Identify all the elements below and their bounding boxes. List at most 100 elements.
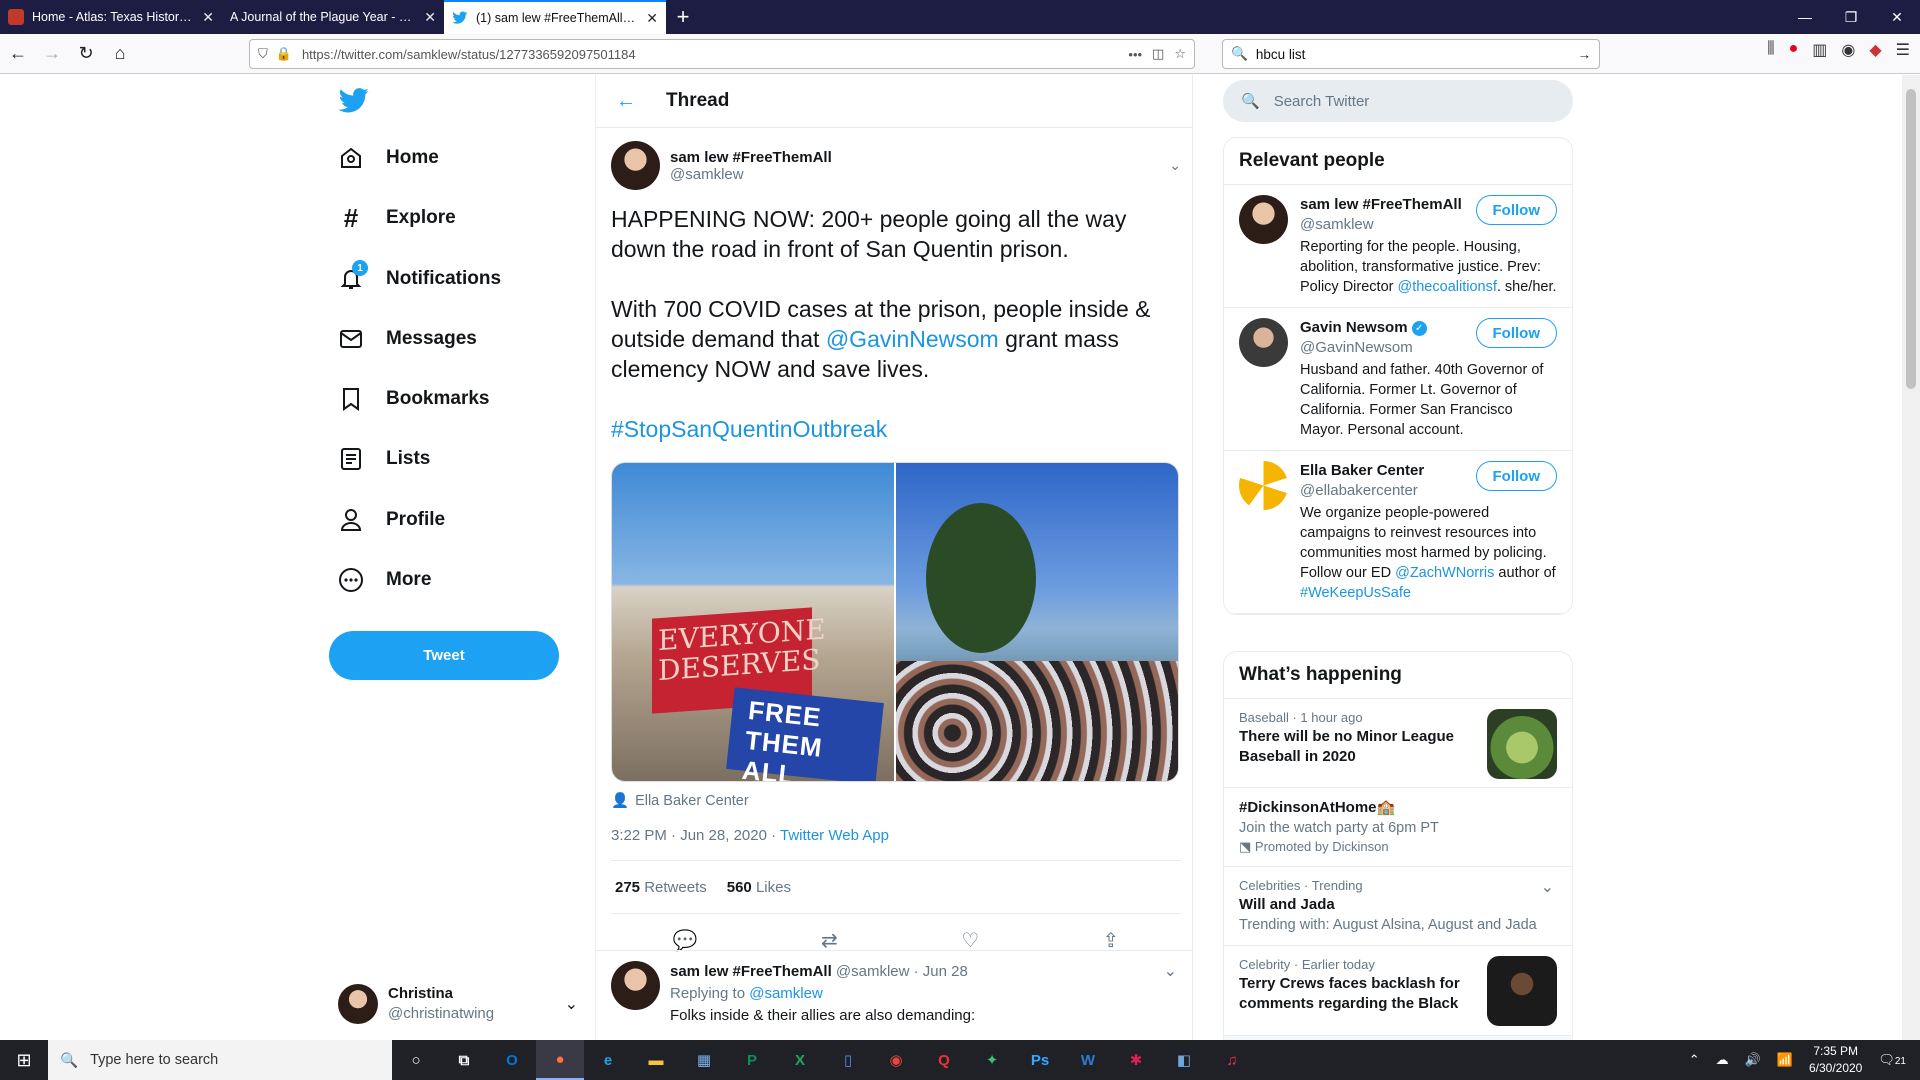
follow-button[interactable]: Follow — [1475, 318, 1557, 348]
nav-lists[interactable]: Lists — [338, 446, 430, 472]
tweet-author-handle[interactable]: @samklew — [670, 166, 832, 183]
page-actions-icon[interactable]: ••• — [1128, 47, 1142, 62]
quickbooks-icon[interactable]: Q — [920, 1040, 968, 1080]
reload-icon[interactable]: ↻ — [70, 38, 102, 70]
taskbar-search[interactable]: 🔍 Type here to search — [48, 1040, 392, 1080]
tweet-source-link[interactable]: Twitter Web App — [780, 827, 889, 844]
chevron-down-icon[interactable]: ⌄ — [1541, 877, 1554, 897]
ella-baker-logo-icon[interactable] — [1239, 461, 1288, 510]
chrome-icon[interactable]: ◉ — [872, 1040, 920, 1080]
trend-item[interactable]: Celebrities · Trending Will and Jada Tre… — [1224, 867, 1572, 946]
follow-button[interactable]: Follow — [1475, 195, 1557, 225]
nav-profile[interactable]: Profile — [338, 507, 445, 533]
bookmark-star-icon[interactable]: ☆ — [1174, 46, 1186, 62]
avatar[interactable] — [611, 141, 660, 190]
chevron-down-icon[interactable]: ⌄ — [1169, 157, 1181, 174]
chevron-down-icon[interactable]: ⌄ — [1164, 961, 1177, 1027]
edge-icon[interactable]: e — [584, 1040, 632, 1080]
browser-search-bar[interactable]: 🔍 hbcu list → — [1222, 39, 1600, 69]
twitter-search[interactable]: 🔍 Search Twitter — [1223, 80, 1573, 122]
mention-link[interactable]: @GavinNewsom — [826, 326, 999, 352]
url-text[interactable]: https://twitter.com/samklew/status/12773… — [302, 47, 1128, 62]
account-icon[interactable]: ◉ — [1841, 40, 1855, 60]
retweet-icon[interactable]: ⇄ — [821, 928, 838, 953]
chevron-down-icon[interactable]: ⌄ — [565, 994, 578, 1014]
replying-to-link[interactable]: @samklew — [749, 985, 823, 1002]
volume-icon[interactable]: 🔊 — [1745, 1052, 1761, 1068]
extension-icon[interactable]: ◆ — [1869, 40, 1881, 60]
home-icon[interactable]: ⌂ — [104, 38, 136, 70]
person-card[interactable]: Ella Baker Center @ellabakercenter Follo… — [1224, 451, 1572, 614]
tweet-photo-1[interactable]: EVERYONE DESERVES FREE THEM ALL — [612, 463, 894, 781]
browser-tab-atlas[interactable]: Home - Atlas: Texas Historical C ✕ — [0, 0, 222, 34]
reply-author-name[interactable]: sam lew #FreeThemAll — [670, 963, 832, 980]
app-icon[interactable]: ◧ — [1160, 1040, 1208, 1080]
close-tab-icon[interactable]: ✕ — [646, 10, 658, 27]
sidebar-icon[interactable]: ▥ — [1812, 40, 1827, 60]
tagged-user[interactable]: 👤 Ella Baker Center — [611, 792, 1181, 810]
scrollbar-thumb[interactable] — [1906, 89, 1916, 389]
reply-tweet[interactable]: sam lew #FreeThemAll @samklew · Jun 28 R… — [596, 950, 1192, 1037]
share-icon[interactable]: ⇪ — [1103, 928, 1120, 953]
pocket-icon[interactable]: ◫ — [1152, 46, 1164, 62]
avatar[interactable] — [1239, 195, 1288, 244]
close-tab-icon[interactable]: ✕ — [202, 9, 214, 26]
browser-tab-twitter[interactable]: (1) sam lew #FreeThemAll on Tw ✕ — [444, 0, 666, 34]
nav-home[interactable]: Home — [338, 145, 439, 171]
url-bar[interactable]: ⛉ 🔒 https://twitter.com/samklew/status/1… — [249, 39, 1195, 69]
restore-icon[interactable]: ❐ — [1828, 0, 1874, 34]
browser-search-input[interactable]: hbcu list — [1256, 47, 1578, 62]
close-tab-icon[interactable]: ✕ — [424, 9, 436, 26]
nav-more[interactable]: More — [338, 567, 431, 593]
task-view-icon[interactable]: ⧉ — [440, 1040, 488, 1080]
avatar[interactable] — [611, 961, 660, 1010]
minimize-icon[interactable]: — — [1782, 0, 1828, 34]
follow-button[interactable]: Follow — [1475, 461, 1557, 491]
clock[interactable]: 7:35 PM 6/30/2020 — [1809, 1043, 1862, 1077]
trend-item[interactable]: #DickinsonAtHome🏫 Join the watch party a… — [1224, 788, 1572, 867]
slack-icon[interactable]: ✱ — [1112, 1040, 1160, 1080]
nav-explore[interactable]: # Explore — [338, 203, 456, 233]
firefox-icon[interactable]: ● — [536, 1040, 584, 1080]
bio-link[interactable]: @ZachWNorris — [1395, 565, 1494, 581]
nav-messages[interactable]: Messages — [338, 326, 477, 352]
bio-link[interactable]: @thecoalitionsf — [1398, 279, 1497, 295]
store-icon[interactable]: ▦ — [680, 1040, 728, 1080]
bio-link[interactable]: #WeKeepUsSafe — [1300, 585, 1411, 601]
search-input[interactable]: Search Twitter — [1274, 93, 1370, 110]
retweet-count[interactable]: 275 Retweets — [615, 879, 707, 896]
trend-item[interactable]: Baseball · 1 hour ago There will be no M… — [1224, 699, 1572, 788]
menu-icon[interactable]: ☰ — [1896, 40, 1910, 60]
reply-icon[interactable]: 💬 — [673, 928, 698, 953]
onedrive-icon[interactable]: ☁ — [1716, 1052, 1729, 1068]
tweet-photo-2[interactable] — [896, 463, 1178, 781]
wifi-icon[interactable]: 📶 — [1777, 1052, 1793, 1068]
like-icon[interactable]: ♡ — [961, 928, 979, 953]
notification-center-icon[interactable]: 🗨21 — [1878, 1052, 1906, 1068]
phone-icon[interactable]: ▯ — [824, 1040, 872, 1080]
person-card[interactable]: Gavin Newsom ✓ @GavinNewsom Follow Husba… — [1224, 308, 1572, 451]
tweet-author-name[interactable]: sam lew #FreeThemAll — [670, 149, 832, 166]
close-window-icon[interactable]: ✕ — [1874, 0, 1920, 34]
new-tab-icon[interactable]: + — [666, 0, 700, 34]
person-card[interactable]: sam lew #FreeThemAll @samklew Follow Rep… — [1224, 185, 1572, 308]
go-arrow-icon[interactable]: → — [1578, 47, 1592, 62]
like-count[interactable]: 560 Likes — [727, 879, 791, 896]
trend-item[interactable]: Celebrity · Earlier today Terry Crews fa… — [1224, 946, 1572, 1036]
avatar[interactable] — [1239, 318, 1288, 367]
shield-icon[interactable]: ⛉ — [258, 46, 268, 62]
word-icon[interactable]: W — [1064, 1040, 1112, 1080]
nav-notifications[interactable]: 1 Notifications — [338, 260, 501, 292]
back-icon[interactable]: ← — [2, 38, 34, 70]
chevron-up-icon[interactable]: ⌃ — [1689, 1052, 1700, 1068]
cortana-icon[interactable]: ○ — [392, 1040, 440, 1080]
library-icon[interactable]: ⫼ — [1767, 40, 1774, 60]
account-switcher[interactable]: Christina @christinatwing ⌄ — [338, 982, 578, 1026]
tweet-timestamp[interactable]: 3:22 PM · Jun 28, 2020 — [611, 827, 767, 844]
outlook-icon[interactable]: O — [488, 1040, 536, 1080]
hashtag-link[interactable]: #StopSanQuentinOutbreak — [611, 416, 887, 442]
excel-icon[interactable]: X — [776, 1040, 824, 1080]
publisher-icon[interactable]: P — [728, 1040, 776, 1080]
back-arrow-icon[interactable]: ← — [616, 90, 656, 113]
browser-tab-journal[interactable]: A Journal of the Plague Year - Covid ✕ — [222, 0, 444, 34]
